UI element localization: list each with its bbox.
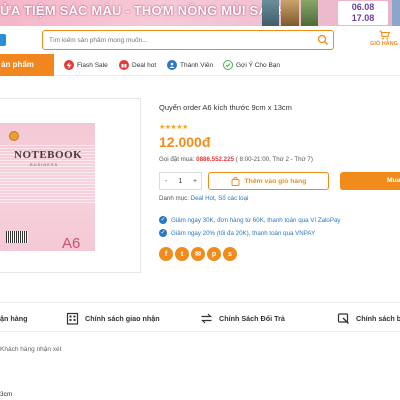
rating-stars: ★★★★★	[159, 124, 188, 131]
facebook-icon[interactable]: f	[159, 247, 173, 261]
pinterest-icon[interactable]: p	[207, 247, 221, 261]
discount-icon: ✓	[159, 229, 167, 237]
policy-label: Chính sách b	[356, 313, 400, 323]
cart-icon	[379, 30, 390, 40]
category-links[interactable]: Deal Hot, Sổ các loại	[191, 195, 249, 202]
page: ỬA TIỆM SẮC MÀU - THƠM NỒNG MÙI SÁCH 06.…	[0, 0, 400, 400]
buy-now-button[interactable]: Mua	[340, 172, 400, 190]
book-cover-image	[262, 0, 280, 26]
qty-input[interactable]: 1	[172, 178, 189, 185]
policy-return[interactable]: Chính Sách Đổi Trả	[200, 311, 285, 325]
policy-label: ận hàng	[0, 313, 28, 323]
nav-label: Gợi Ý Cho Bạn	[236, 61, 281, 69]
qty-increase-button[interactable]: +	[189, 178, 201, 185]
search-box	[42, 30, 334, 50]
product-title: Quyển order A6 kích thước 9cm x 13cm	[159, 103, 292, 112]
cover-subtitle: BUSINESS	[30, 162, 59, 167]
building-icon	[66, 312, 79, 325]
brand-logo-icon	[9, 131, 19, 141]
product-price: 12.000đ	[159, 134, 211, 150]
main-nav: ản phẩm Flash Sale Deal hot Thành Viên G…	[0, 54, 400, 76]
twitter-icon[interactable]: t	[175, 247, 189, 261]
promo-text: Giảm ngay 30K, đơn hàng từ 60K, thanh to…	[171, 216, 341, 224]
policy-delivery[interactable]: ận hàng	[0, 311, 28, 325]
banner-dates: 06.08 17.08	[338, 1, 388, 25]
discount-icon: ✓	[159, 216, 167, 224]
description-fragment: 3cm	[0, 391, 13, 398]
nav-item-suggest[interactable]: Gợi Ý Cho Bạn	[223, 58, 280, 72]
nav-item-deal-hot[interactable]: Deal hot	[119, 58, 156, 72]
flash-icon	[64, 60, 74, 70]
cart-label: GIỎ HÀNG	[370, 41, 398, 47]
nav-item-flash-sale[interactable]: Flash Sale	[64, 58, 108, 72]
member-icon	[167, 60, 177, 70]
promo-banner[interactable]: ỬA TIỆM SẮC MÀU - THƠM NỒNG MÙI SÁCH 06.…	[0, 0, 400, 26]
suggest-icon	[223, 60, 233, 70]
promo-item[interactable]: ✓ Giảm ngay 30K, đơn hàng từ 60K, thanh …	[159, 214, 400, 226]
share-buttons: f t ✉ p s	[159, 247, 237, 261]
hotline-prefix: Gọi đặt mua:	[159, 156, 197, 163]
shield-icon	[337, 312, 349, 324]
add-to-cart-button[interactable]: Thêm vào giỏ hàng	[208, 172, 329, 190]
search-icon[interactable]	[317, 34, 329, 46]
policy-label: Chính Sách Đổi Trả	[219, 313, 285, 323]
policy-label: Chính sách giao nhận	[85, 313, 160, 323]
hotline-number[interactable]: 0886.552.225	[196, 156, 234, 163]
barcode	[6, 231, 28, 243]
cart-button[interactable]: GIỎ HÀNG	[368, 30, 400, 52]
site-header: GIỎ HÀNG	[0, 26, 400, 54]
nav-item-member[interactable]: Thành Viên	[167, 58, 213, 72]
product-image[interactable]: NOTEBOOK BUSINESS A6	[0, 123, 95, 252]
reviews-heading[interactable]: Khách hàng nhận xét	[0, 346, 61, 353]
policy-strip: ận hàng Chính sách giao nhận Chính Sách …	[0, 302, 400, 332]
qty-decrease-button[interactable]: -	[160, 178, 172, 185]
product-categories: Danh mục: Deal Hot, Sổ các loại	[159, 195, 248, 202]
search-input[interactable]	[49, 34, 311, 47]
product-gallery: NOTEBOOK BUSINESS A6	[0, 98, 141, 273]
book-cover-image	[281, 0, 299, 26]
quantity-stepper: - 1 +	[159, 172, 202, 190]
category-menu-button[interactable]: ản phẩm	[0, 54, 54, 76]
cart-icon	[231, 176, 240, 186]
date-start: 06.08	[351, 2, 375, 12]
hotline-text: Gọi đặt mua: 0886.552.225 ( 8:00-21:00, …	[159, 156, 313, 163]
promo-item[interactable]: ✓ Giảm ngay 20% (tối đa 20K), thanh toán…	[159, 227, 400, 239]
cover-size: A6	[62, 235, 81, 252]
banner-edge-image	[392, 0, 400, 26]
banner-book-images	[262, 0, 318, 26]
logo[interactable]	[0, 34, 6, 46]
cover-title: NOTEBOOK	[14, 149, 83, 161]
email-icon[interactable]: ✉	[191, 247, 205, 261]
skype-icon[interactable]: s	[223, 247, 237, 261]
gift-icon	[119, 60, 129, 70]
hotline-hours: ( 8:00-21:00, Thứ 2 - Thứ 7)	[234, 156, 313, 163]
add-to-cart-label: Thêm vào giỏ hàng	[244, 177, 307, 185]
policy-shipping[interactable]: Chính sách giao nhận	[66, 311, 160, 325]
date-end: 17.08	[351, 13, 375, 23]
book-cover-image	[300, 0, 318, 26]
nav-label: Flash Sale	[77, 61, 108, 69]
nav-label: Deal hot	[132, 61, 157, 69]
policy-warranty[interactable]: Chính sách b	[337, 311, 400, 325]
promo-text: Giảm ngay 20% (tối đa 20K), thanh toán q…	[171, 229, 316, 237]
exchange-icon	[201, 313, 212, 323]
nav-label: Thành Viên	[180, 61, 214, 69]
category-prefix: Danh mục:	[159, 195, 191, 202]
banner-text: ỬA TIỆM SẮC MÀU - THƠM NỒNG MÙI SÁCH	[0, 3, 288, 18]
